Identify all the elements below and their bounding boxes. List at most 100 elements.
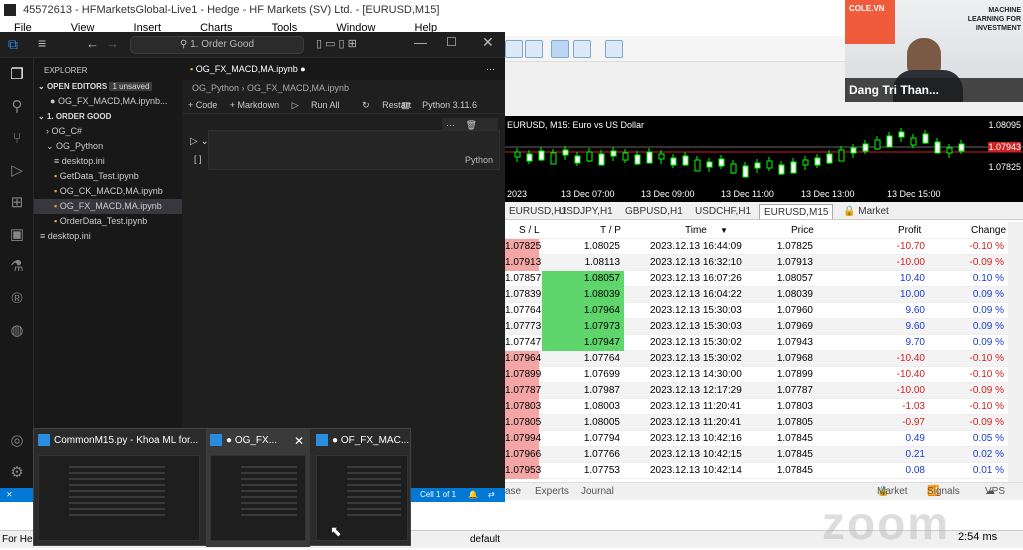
bell-icon[interactable]: 🔔 [468, 488, 478, 502]
tab-trade[interactable]: ase [505, 483, 521, 501]
tree-item[interactable]: ≡ desktop.ini [34, 229, 182, 244]
run-cell-icon[interactable]: ▷ ⌄ [190, 136, 209, 147]
tree-label: GetData_Test.ipynb [59, 171, 139, 181]
forward-arrow-icon[interactable]: → [106, 36, 119, 51]
settings-gear-icon[interactable]: ⚙ [8, 464, 26, 482]
cell-language[interactable]: Python [465, 155, 493, 165]
command-search-input[interactable]: ⚲ 1. Order Good [130, 36, 304, 54]
layout-icon[interactable]: ▯ ▭ ▯ ⊞ [316, 37, 357, 50]
tree-item[interactable]: ▪ GetData_Test.ipynb [34, 169, 182, 184]
col-tp[interactable]: T / P [600, 222, 621, 239]
remote-indicator-icon[interactable]: ⨯ [6, 488, 13, 502]
tree-item[interactable]: ▪ OG_CK_MACD,MA.ipynb [34, 184, 182, 199]
breadcrumb-folder[interactable]: OG_Python [192, 83, 239, 93]
col-time[interactable]: Time [685, 222, 707, 239]
minimize-icon[interactable]: — [414, 35, 427, 50]
table-row[interactable]: 1.07764 1.07964 2023.12.13 15:30:03 1.07960… [505, 303, 1023, 319]
tab-market[interactable]: 🔒 Market [839, 204, 893, 219]
table-row[interactable]: 1.07787 1.07987 2023.12.13 12:17:29 1.07787… [505, 383, 1023, 399]
restart-icon: ↻ [362, 100, 373, 110]
price-chart[interactable]: EURUSD, M15: Euro vs US Dollar 1.08095 1… [505, 116, 1023, 202]
table-scrollbar[interactable] [1008, 222, 1023, 484]
more-actions-icon[interactable]: ··· [486, 58, 495, 80]
tree-item[interactable]: ≡ desktop.ini [34, 154, 182, 169]
chart-shift-icon[interactable] [573, 40, 591, 58]
tab-gbpusd-h1[interactable]: GBPUSD,H1 [621, 204, 687, 219]
tp-cell: 1.07947 [542, 335, 624, 351]
candle-body [910, 137, 917, 146]
run-debug-icon[interactable]: ▷ [8, 162, 26, 180]
run-all-button[interactable]: ▷ Run All [292, 100, 350, 110]
col-sl[interactable]: S / L [519, 222, 540, 239]
tab-notebook[interactable]: ▪ OG_FX_MACD,MA.ipynb ● [190, 64, 306, 74]
tab-experts[interactable]: Experts [535, 483, 569, 501]
tab-usdchf-h1[interactable]: USDCHF,H1 [691, 204, 755, 219]
table-row[interactable]: 1.07953 1.07753 2023.12.13 10:42:14 1.07845… [505, 463, 1023, 479]
tab-eurusd-m15[interactable]: EURUSD,M15 [759, 204, 834, 219]
time-label: 13 Dec 15:00 [887, 189, 941, 199]
table-row[interactable]: 1.07913 1.08113 2023.12.13 16:32:10 1.07913… [505, 255, 1023, 271]
sl-cell: 1.07764 [505, 305, 542, 316]
breadcrumb-file[interactable]: OG_FX_MACD,MA.ipynb [247, 83, 349, 93]
testing-icon[interactable]: ⚗ [8, 258, 26, 276]
add-code-button[interactable]: + Code [188, 100, 217, 110]
open-editors-section[interactable]: ⌄ OPEN EDITORS 1 unsaved [34, 79, 182, 94]
table-row[interactable]: 1.07825 1.08025 2023.12.13 16:44:09 1.07825… [505, 239, 1023, 255]
preview-window[interactable]: ● OF_FX_MAC... [312, 429, 412, 547]
r-icon[interactable]: ® [8, 290, 26, 308]
menu-icon[interactable]: ≡ [38, 35, 46, 51]
account-icon[interactable]: ◎ [8, 432, 26, 450]
profit-cell: 9.70 [905, 337, 925, 348]
table-row[interactable]: 1.07857 1.08057 2023.12.13 16:07:26 1.08057… [505, 271, 1023, 287]
screenshot-icon[interactable] [605, 40, 623, 58]
extensions-icon[interactable]: ⊞ [8, 194, 26, 212]
kernel-picker[interactable]: ▥ Python 3.11.6 [401, 96, 487, 114]
tree-item[interactable]: ▪ OrderData_Test.ipynb [34, 214, 182, 229]
preview-window[interactable]: CommonM15.py - Khoa ML for... [34, 429, 204, 547]
candle-body [658, 153, 665, 160]
more-actions-icon[interactable]: ··· [446, 120, 455, 130]
code-cell[interactable]: Python [208, 130, 500, 170]
search-icon[interactable]: ⚲ [8, 98, 26, 116]
folder-section[interactable]: ⌄ 1. ORDER GOOD [34, 109, 182, 124]
table-row[interactable]: 1.07899 1.07699 2023.12.13 14:30:00 1.07899… [505, 367, 1023, 383]
price-label: 1.07825 [988, 162, 1021, 172]
source-control-icon[interactable]: ⑂ [8, 130, 26, 148]
sync-icon[interactable]: ⇄ [488, 488, 495, 502]
table-row[interactable]: 1.07773 1.07973 2023.12.13 15:30:03 1.07969… [505, 319, 1023, 335]
tab-journal[interactable]: Journal [581, 483, 614, 501]
change-cell: 0.09 % [972, 305, 1004, 316]
zoom-icon[interactable] [505, 40, 523, 58]
table-row[interactable]: 1.07964 1.07764 2023.12.13 15:30:02 1.07968… [505, 351, 1023, 367]
gitlens-icon[interactable]: ◍ [8, 322, 26, 340]
auto-scroll-icon[interactable] [551, 40, 569, 58]
close-icon[interactable]: ✕ [482, 34, 494, 51]
open-editor-item[interactable]: ● OG_FX_MACD,MA.ipynb... [34, 94, 182, 109]
maximize-icon[interactable]: ☐ [446, 35, 457, 49]
candle-body [682, 155, 689, 166]
time-cell: 2023.12.13 11:20:41 [650, 401, 742, 412]
remote-icon[interactable]: ▣ [8, 226, 26, 244]
explorer-icon[interactable]: ❐ [8, 66, 26, 84]
table-row[interactable]: 1.07994 1.07794 2023.12.13 10:42:16 1.07845… [505, 431, 1023, 447]
table-row[interactable]: 1.07839 1.08039 2023.12.13 16:04:22 1.08039… [505, 287, 1023, 303]
col-profit[interactable]: Profit [898, 222, 921, 239]
table-row[interactable]: 1.07747 1.07947 2023.12.13 15:30:02 1.07943… [505, 335, 1023, 351]
tree-item[interactable]: ⌄ OG_Python [34, 139, 182, 154]
tree-item[interactable]: › OG_C# [34, 124, 182, 139]
table-row[interactable]: 1.07803 1.08003 2023.12.13 11:20:41 1.07803… [505, 399, 1023, 415]
close-icon[interactable]: ✕ [294, 429, 304, 453]
col-price[interactable]: Price [791, 222, 814, 239]
tab-usdjpy-h1[interactable]: USDJPY,H1 [555, 204, 617, 219]
add-markdown-button[interactable]: + Markdown [230, 100, 279, 110]
tp-cell: 1.07766 [583, 449, 620, 460]
grid-icon[interactable] [525, 40, 543, 58]
profit-cell: 0.49 [905, 433, 925, 444]
delete-cell-icon[interactable]: 🗑 [466, 120, 477, 130]
table-row[interactable]: 1.07966 1.07766 2023.12.13 10:42:15 1.07845… [505, 447, 1023, 463]
col-change[interactable]: Change [971, 222, 1006, 239]
table-row[interactable]: 1.07805 1.08005 2023.12.13 11:20:41 1.07805… [505, 415, 1023, 431]
back-arrow-icon[interactable]: ← [86, 36, 99, 51]
tree-item-selected[interactable]: ▪ OG_FX_MACD,MA.ipynb [34, 199, 182, 214]
preview-window-active[interactable]: ● OG_FX... ✕ [206, 429, 310, 547]
